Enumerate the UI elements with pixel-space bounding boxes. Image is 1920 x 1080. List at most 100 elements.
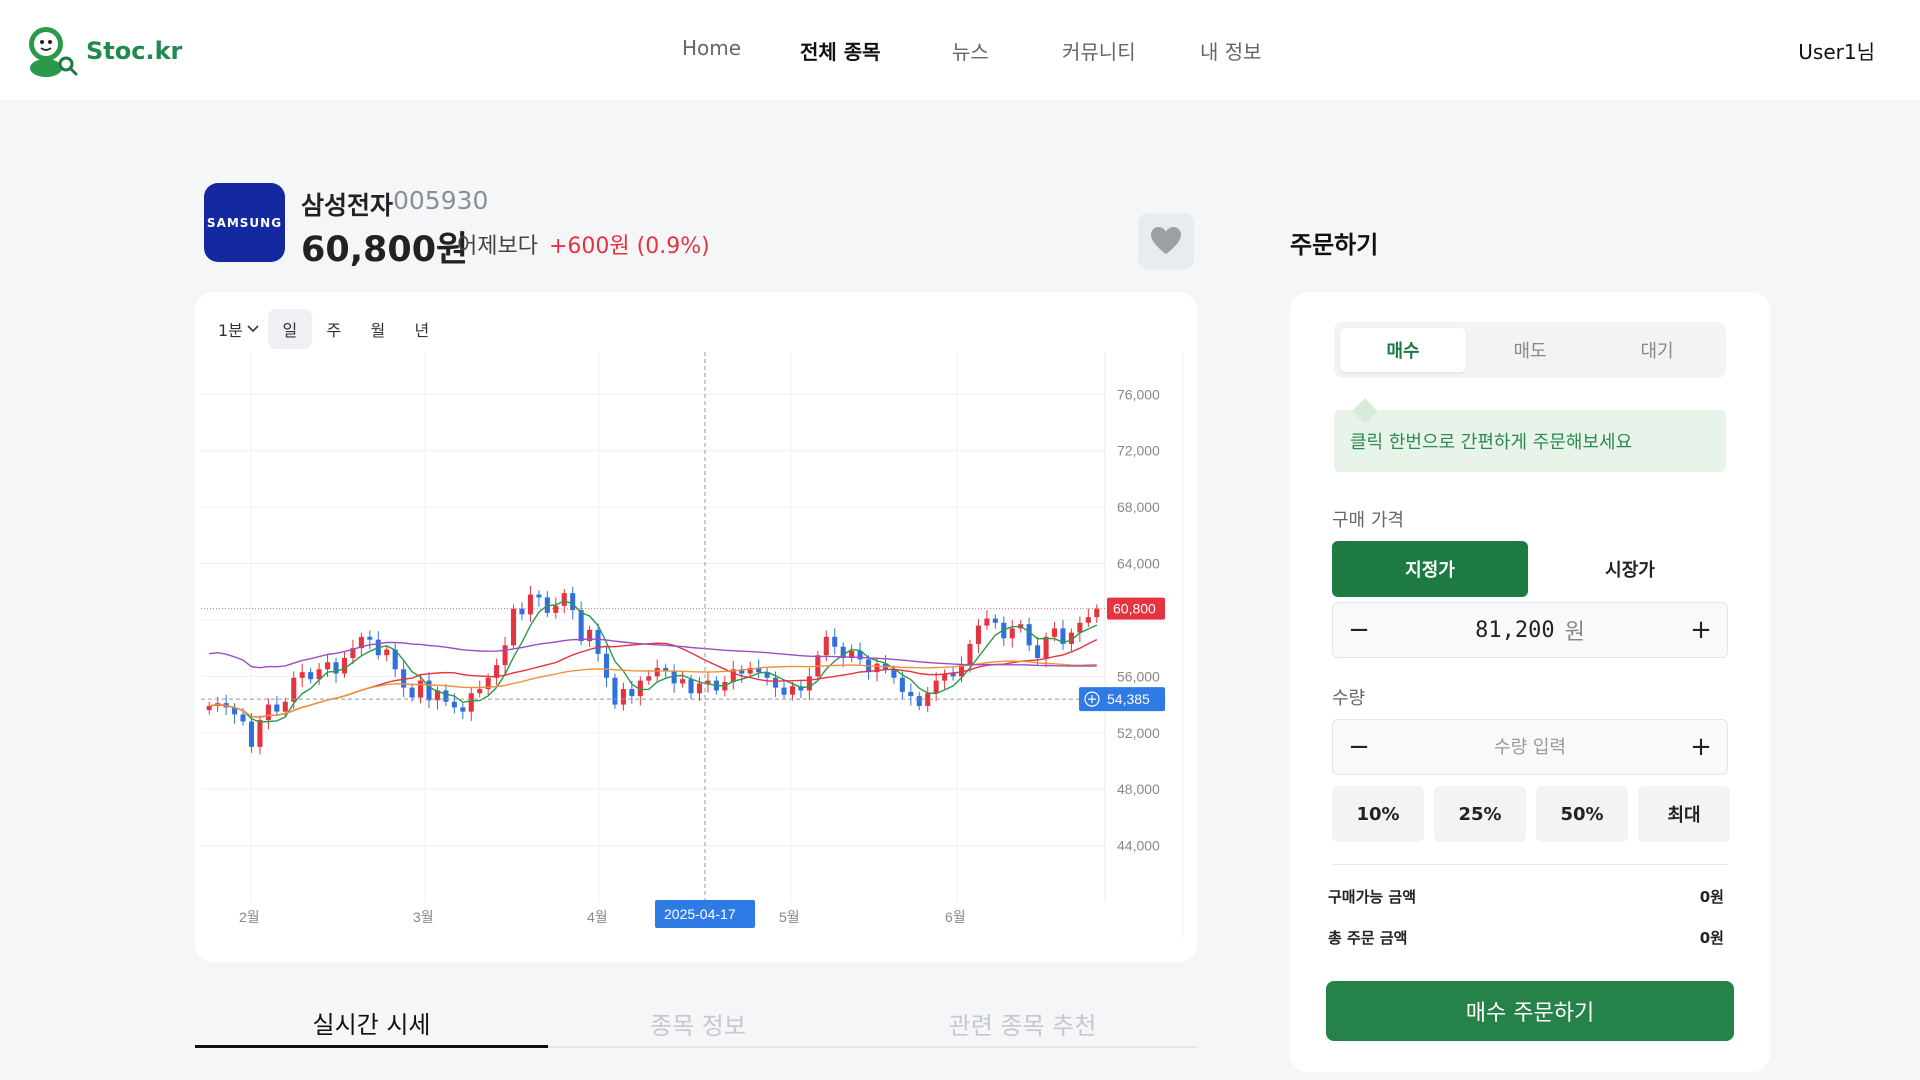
nav-item-news[interactable]: 뉴스 xyxy=(952,36,989,65)
order-hint-text: 클릭 한번으로 간편하게 주문해보세요 xyxy=(1350,432,1633,453)
candle-body xyxy=(257,720,263,747)
logo[interactable]: Stoc.kr xyxy=(22,24,182,78)
candle-body xyxy=(950,673,956,677)
tab-stock-info[interactable]: 종목 정보 xyxy=(548,1000,848,1046)
top-header: Stoc.kr Home 전체 종목 뉴스 커뮤니티 내 정보 User1님 xyxy=(0,0,1920,100)
candle-body xyxy=(1051,628,1058,637)
price-section-label: 구매 가격 xyxy=(1332,510,1404,531)
candle-body xyxy=(908,691,914,697)
summary-divider xyxy=(1332,864,1728,865)
tab-realtime-quote[interactable]: 실시간 시세 xyxy=(195,1000,548,1048)
tab-buy[interactable]: 매수 xyxy=(1340,328,1466,372)
interval-select[interactable]: 1분 xyxy=(210,310,268,348)
candle-body xyxy=(992,618,998,623)
qty-increase-button[interactable]: + xyxy=(1675,720,1727,774)
candle-body xyxy=(418,680,424,698)
candle-body xyxy=(308,672,314,680)
stock-code: 005930 xyxy=(393,186,489,215)
percent-10-button[interactable]: 10% xyxy=(1332,786,1424,842)
quantity-input[interactable] xyxy=(1393,720,1667,774)
candle-body xyxy=(451,701,457,708)
candle-body xyxy=(578,610,584,642)
candle-body xyxy=(654,667,660,677)
candle-body xyxy=(1094,608,1100,618)
market-price-button[interactable]: 시장가 xyxy=(1532,541,1728,597)
candle-body xyxy=(477,689,483,694)
tab-week[interactable]: 주 xyxy=(312,309,356,349)
favorite-button[interactable] xyxy=(1138,213,1194,269)
tab-month[interactable]: 월 xyxy=(356,309,400,349)
chart-card: 76,000 72,000 68,000 64,000 56,000 52,000 48,0… xyxy=(195,292,1197,962)
crosshair-price-label: 54,385 xyxy=(1107,691,1150,707)
nav-item-community[interactable]: 커뮤니티 xyxy=(1062,36,1136,65)
qty-decrease-button[interactable]: − xyxy=(1333,720,1385,774)
candle-body xyxy=(409,687,415,698)
tab-year[interactable]: 년 xyxy=(400,309,444,349)
period-tabs: 1분 일 주 월 년 xyxy=(210,309,444,349)
nav-item-my-info[interactable]: 내 정보 xyxy=(1200,36,1262,65)
candle-body xyxy=(629,689,635,697)
candle-body xyxy=(510,608,517,646)
crosshair-date-label: 2025-04-17 xyxy=(664,906,736,922)
buy-order-button[interactable]: 매수 주문하기 xyxy=(1326,981,1734,1041)
price-decrease-button[interactable]: − xyxy=(1333,603,1385,657)
candle-body xyxy=(933,680,939,694)
tab-day[interactable]: 일 xyxy=(267,309,312,349)
order-panel: 매수 매도 대기 클릭 한번으로 간편하게 주문해보세요 구매 가격 지정가 시… xyxy=(1290,292,1770,1072)
candle-body xyxy=(502,645,508,666)
stock-logo-text: SAMSUNG xyxy=(206,215,283,230)
order-hint: 클릭 한번으로 간편하게 주문해보세요 xyxy=(1334,398,1726,472)
percent-max-button[interactable]: 최대 xyxy=(1638,786,1730,842)
percent-50-button[interactable]: 50% xyxy=(1536,786,1628,842)
y-tick-label: 48,000 xyxy=(1117,781,1160,797)
candle-body xyxy=(595,629,601,654)
stock-name: 삼성전자 xyxy=(301,191,394,220)
candle-body xyxy=(519,608,525,615)
order-title: 주문하기 xyxy=(1290,231,1379,259)
price-value[interactable]: 81,200 원 xyxy=(1393,603,1667,657)
candle-body xyxy=(240,714,246,722)
y-tick-label: 44,000 xyxy=(1117,838,1160,854)
y-tick-label: 64,000 xyxy=(1117,556,1160,572)
candle-body xyxy=(789,686,796,695)
interval-select-label: 1분 xyxy=(218,321,243,340)
tab-pending[interactable]: 대기 xyxy=(1594,328,1720,372)
candle-body xyxy=(806,676,812,691)
candle-body xyxy=(1026,624,1032,646)
price-unit: 원 xyxy=(1564,620,1585,645)
limit-price-button[interactable]: 지정가 xyxy=(1332,541,1528,597)
tab-sell[interactable]: 매도 xyxy=(1467,328,1593,372)
candle-body xyxy=(384,649,390,656)
nav-item-home[interactable]: Home xyxy=(682,36,741,60)
heart-icon xyxy=(1151,227,1181,254)
candle-body xyxy=(1009,628,1015,639)
nav-item-all-stocks[interactable]: 전체 종목 xyxy=(800,36,881,65)
candle-body xyxy=(527,594,533,615)
price-chart[interactable]: 76,000 72,000 68,000 64,000 56,000 52,000 48,0… xyxy=(195,292,1197,962)
available-amount-label: 구매가능 금액 xyxy=(1328,888,1417,906)
candle-body xyxy=(561,593,567,606)
change-label: 어제보다 xyxy=(457,234,538,259)
candle-body xyxy=(468,693,474,712)
candle-body xyxy=(612,677,618,705)
candle-body xyxy=(248,721,255,747)
candle-body xyxy=(1085,617,1091,623)
percent-25-button[interactable]: 25% xyxy=(1434,786,1526,842)
candle-body xyxy=(781,687,787,695)
candle-body xyxy=(823,636,829,656)
tab-related-stocks[interactable]: 관련 종목 추천 xyxy=(848,1000,1197,1046)
candle-body xyxy=(671,670,677,684)
x-tick-label: 5월 xyxy=(779,909,800,925)
candle-body xyxy=(1077,622,1083,633)
candle-body xyxy=(443,690,449,702)
candle-body xyxy=(291,677,297,702)
price-value-text: 81,200 xyxy=(1475,617,1555,643)
candle-body xyxy=(367,636,373,640)
user-menu[interactable]: User1님 xyxy=(1798,36,1875,65)
price-increase-button[interactable]: + xyxy=(1675,603,1727,657)
order-type-tabs: 매수 매도 대기 xyxy=(1334,322,1726,378)
candle-body xyxy=(341,658,348,674)
candle-body xyxy=(570,593,576,611)
x-tick-label: 4월 xyxy=(587,909,608,925)
candle-body xyxy=(696,683,703,694)
